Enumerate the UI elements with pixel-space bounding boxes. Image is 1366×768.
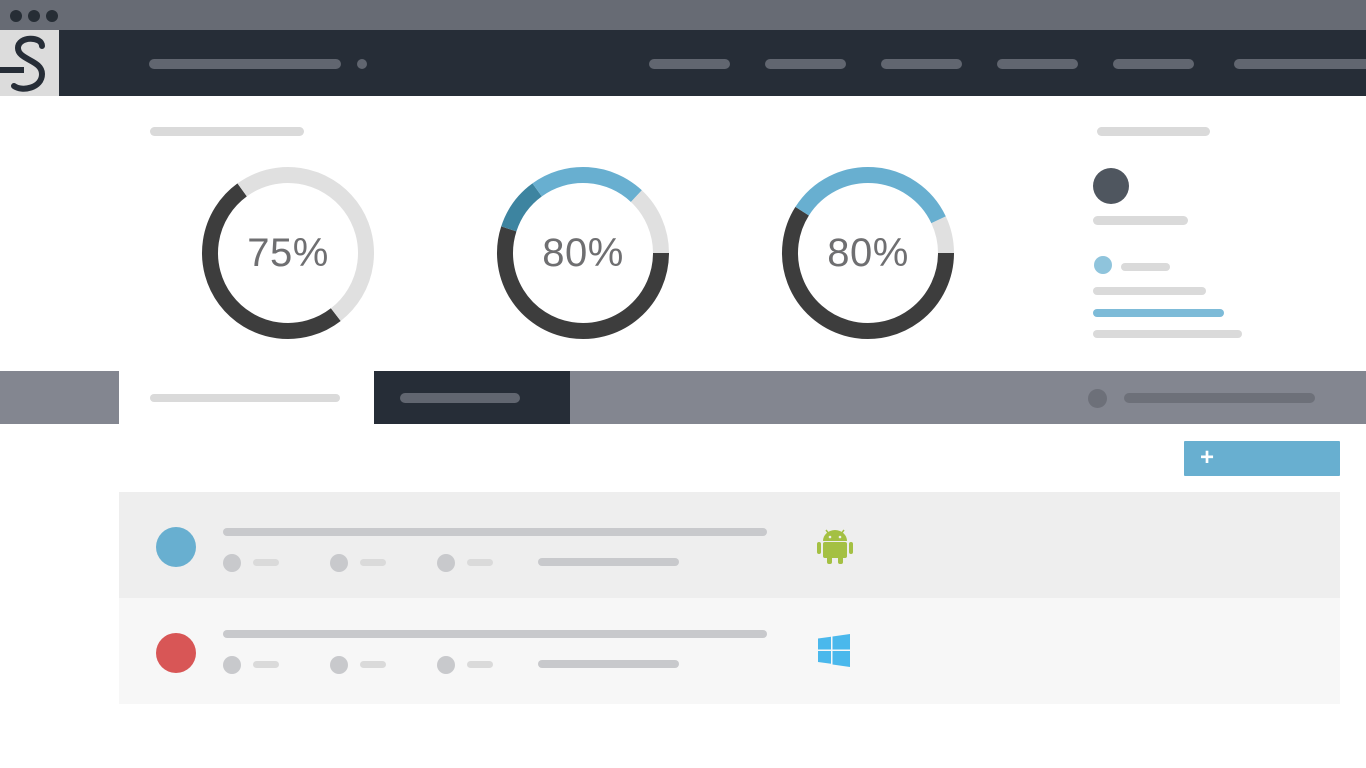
stat-donut-2: 80% [496, 166, 670, 340]
device-row-1[interactable] [119, 492, 1340, 598]
plus-icon: + [1199, 444, 1214, 471]
meta-icon-1 [223, 554, 241, 572]
meta-value-3 [467, 661, 493, 668]
tab-active-label-placeholder [150, 394, 340, 402]
app-title-placeholder [149, 59, 341, 69]
app-logo[interactable] [0, 30, 59, 96]
device-name-placeholder [223, 630, 767, 638]
detail-line-2 [1093, 330, 1242, 338]
meta-value-1 [253, 661, 279, 668]
profile-panel [1090, 120, 1260, 350]
nav-item-4[interactable] [997, 59, 1078, 69]
status-text-placeholder [1121, 263, 1170, 271]
meta-icon-2 [330, 554, 348, 572]
filter-icon[interactable] [1088, 389, 1107, 408]
windows-icon [818, 634, 850, 667]
meta-icon-3 [437, 554, 455, 572]
donut-3-segment-2 [795, 167, 946, 224]
user-avatar[interactable] [1093, 168, 1129, 204]
donut-2-segment-3 [532, 167, 642, 203]
meta-icon-3 [437, 656, 455, 674]
donut-2-segment-2 [501, 183, 543, 232]
stat-donut-3: 80% [781, 166, 955, 340]
tab-secondary-label-placeholder [400, 393, 520, 403]
device-avatar-2 [156, 633, 196, 673]
nav-item-3[interactable] [881, 59, 962, 69]
stat-donut-1: 75% [201, 166, 375, 340]
section-heading-placeholder [150, 127, 304, 136]
stat-value-3: 80% [827, 231, 909, 275]
search-field-placeholder[interactable] [1124, 393, 1315, 403]
stat-value-2: 80% [542, 231, 624, 275]
detail-line-1 [1093, 287, 1206, 295]
meta-value-2 [360, 661, 386, 668]
logo-s-mark-icon [0, 35, 46, 92]
add-device-button[interactable]: + [1184, 441, 1340, 476]
status-indicator-dot [1094, 256, 1112, 274]
panel-heading-placeholder [1097, 127, 1210, 136]
nav-item-5[interactable] [1113, 59, 1194, 69]
window-titlebar [0, 0, 1366, 30]
meta-value-3 [467, 559, 493, 566]
window-maximize-dot[interactable] [46, 10, 58, 22]
nav-item-2[interactable] [765, 59, 846, 69]
detail-link-line[interactable] [1093, 309, 1224, 317]
meta-icon-1 [223, 656, 241, 674]
meta-detail-placeholder [538, 660, 679, 668]
meta-detail-placeholder [538, 558, 679, 566]
top-navbar [0, 30, 1366, 96]
tab-secondary[interactable] [374, 371, 570, 424]
meta-value-2 [360, 559, 386, 566]
android-icon [817, 529, 853, 564]
stat-value-1: 75% [247, 231, 329, 275]
meta-value-1 [253, 559, 279, 566]
device-name-placeholder [223, 528, 767, 536]
tab-active[interactable] [119, 371, 374, 424]
device-avatar-1 [156, 527, 196, 567]
device-row-2[interactable] [119, 598, 1340, 704]
user-name-placeholder [1093, 216, 1188, 225]
meta-icon-2 [330, 656, 348, 674]
status-dot [357, 59, 367, 69]
nav-item-1[interactable] [649, 59, 730, 69]
nav-item-6[interactable] [1234, 59, 1366, 69]
window-minimize-dot[interactable] [28, 10, 40, 22]
window-close-dot[interactable] [10, 10, 22, 22]
